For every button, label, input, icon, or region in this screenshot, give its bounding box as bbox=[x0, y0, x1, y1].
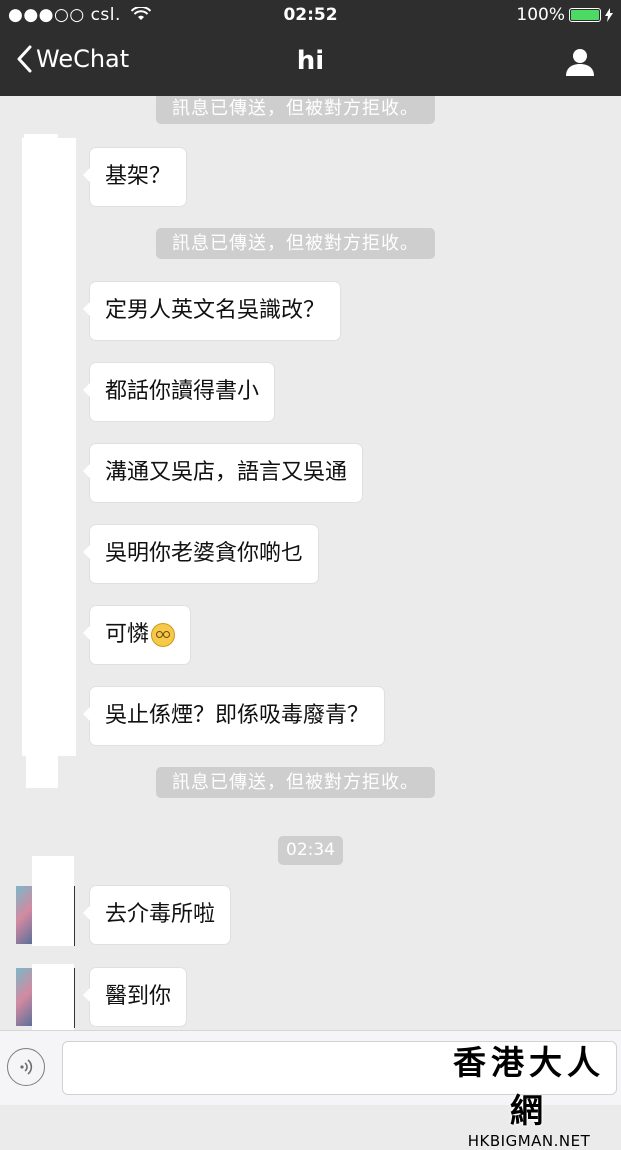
message-bubble[interactable]: 去介毒所啦 bbox=[82, 886, 231, 944]
battery-icon bbox=[569, 8, 601, 22]
voice-button[interactable] bbox=[7, 1048, 45, 1086]
redacted-area bbox=[26, 756, 58, 788]
redacted-avatar bbox=[32, 964, 74, 1030]
message-bubble[interactable]: 吳明你老婆貪你啲乜 bbox=[82, 525, 319, 583]
system-notice: 訊息已傳送，但被對方拒收。 bbox=[156, 767, 435, 798]
chat-area[interactable]: 訊息已傳送，但被對方拒收。 基架？ 訊息已傳送，但被對方拒收。 定男人英文名吳識… bbox=[0, 96, 621, 1030]
battery-indicator: 100% bbox=[516, 5, 613, 25]
message-bubble[interactable]: 可憐 bbox=[82, 606, 191, 664]
watermark-cn: 香港大人網 bbox=[453, 1043, 605, 1130]
message-bubble[interactable]: 基架？ bbox=[82, 148, 187, 206]
battery-percent: 100% bbox=[516, 5, 565, 25]
status-bar: ●●●○○ csl. 02:52 100% bbox=[0, 0, 621, 30]
message-bubble[interactable]: 都話你讀得書小 bbox=[82, 363, 275, 421]
message-bubble[interactable]: 吳止係煙？即係吸毒廢青？ bbox=[82, 687, 385, 745]
message-text: 可憐 bbox=[105, 622, 150, 647]
person-icon bbox=[566, 49, 594, 76]
message-bubble[interactable]: 溝通又吳店，語言又吳通 bbox=[82, 444, 363, 502]
avatar[interactable] bbox=[16, 968, 32, 1026]
redacted-avatar bbox=[32, 856, 74, 946]
nav-bar: WeChat hi bbox=[0, 30, 621, 96]
redacted-avatar-column bbox=[22, 138, 76, 756]
divider bbox=[74, 968, 75, 1028]
voice-icon bbox=[20, 1059, 33, 1075]
message-bubble[interactable]: 定男人英文名吳識改？ bbox=[82, 282, 341, 340]
chat-title: hi bbox=[296, 46, 325, 76]
time-divider: 02:34 bbox=[278, 836, 343, 865]
watermark-logo: 香港大人網 HKBIGMAN.NET bbox=[438, 1036, 620, 1150]
avatar[interactable] bbox=[16, 886, 32, 944]
system-notice: 訊息已傳送，但被對方拒收。 bbox=[156, 96, 435, 124]
message-bubble[interactable]: 醫到你 bbox=[82, 968, 187, 1026]
system-notice: 訊息已傳送，但被對方拒收。 bbox=[156, 228, 435, 259]
divider bbox=[74, 886, 75, 946]
charging-icon bbox=[605, 8, 613, 22]
watermark-en: HKBIGMAN.NET bbox=[467, 1132, 591, 1150]
profile-button[interactable] bbox=[565, 47, 595, 81]
flushed-face-emoji-icon bbox=[151, 623, 176, 647]
